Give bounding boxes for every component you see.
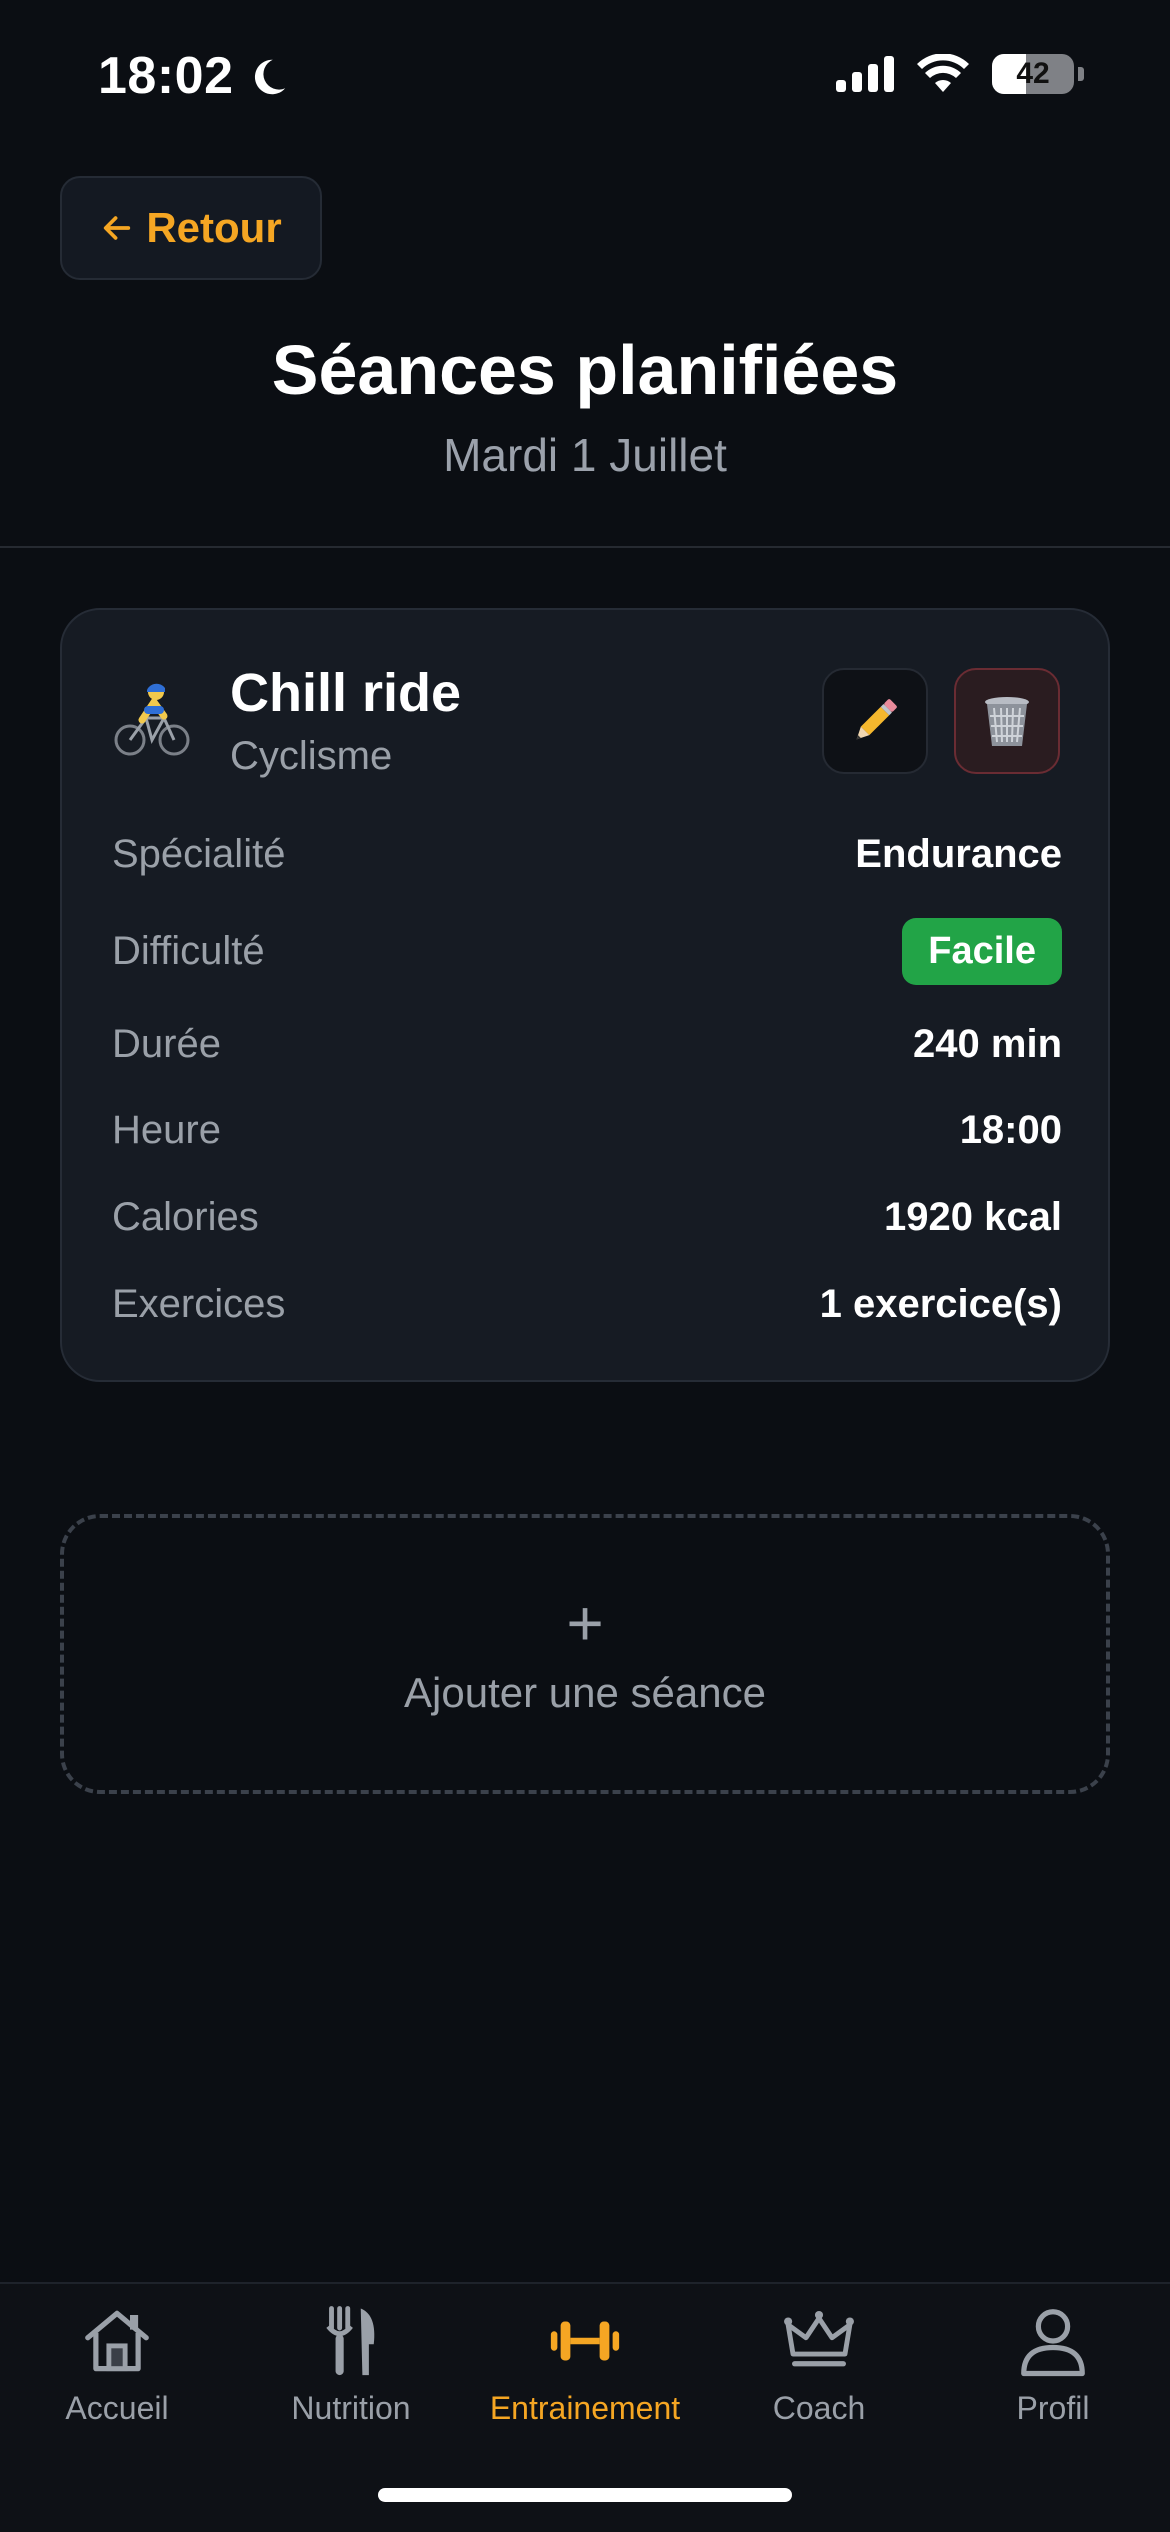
- session-sport: Cyclisme: [230, 734, 393, 778]
- nav-item-profil[interactable]: Profil: [936, 2302, 1170, 2442]
- detail-value: Endurance: [855, 832, 1062, 876]
- battery-level: 42: [1016, 57, 1050, 90]
- detail-row-time: Heure 18:00: [112, 1108, 1062, 1153]
- cyclist-icon: [114, 683, 190, 756]
- dumbbell-icon: [550, 2321, 620, 2361]
- home-indicator[interactable]: [378, 2488, 792, 2502]
- detail-row-duration: Durée 240 min: [112, 1022, 1062, 1067]
- nav-item-nutrition[interactable]: Nutrition: [234, 2302, 468, 2442]
- home-icon: [85, 2310, 149, 2372]
- status-time: 18:02: [98, 47, 234, 105]
- pencil-icon: [856, 699, 897, 740]
- wifi-icon: [917, 54, 969, 92]
- difficulty-badge: Facile: [902, 918, 1062, 985]
- fork-knife-icon: [326, 2306, 375, 2376]
- trash-icon: [985, 697, 1029, 746]
- detail-value: 1920 kcal: [884, 1195, 1062, 1239]
- moon-icon: [244, 53, 290, 99]
- edit-button[interactable]: [822, 668, 928, 774]
- detail-label: Heure: [112, 1108, 221, 1152]
- detail-row-difficulty: Difficulté Facile: [112, 918, 1062, 985]
- screen: 18:02 42 Retour Séances planifiées Mardi…: [0, 0, 1170, 2532]
- detail-label: Difficulté: [112, 929, 265, 973]
- status-time-group: 18:02: [98, 46, 290, 106]
- arrow-left-icon: [104, 216, 131, 240]
- detail-row-calories: Calories 1920 kcal: [112, 1195, 1062, 1240]
- cellular-signal-icon: [836, 56, 894, 92]
- status-indicators: 42: [836, 54, 1084, 94]
- nav-label: Nutrition: [291, 2390, 411, 2426]
- delete-button[interactable]: [954, 668, 1060, 774]
- plus-icon: +: [566, 1587, 604, 1659]
- nav-label: Entrainement: [489, 2390, 681, 2426]
- header-divider: [0, 546, 1170, 548]
- detail-value: 1 exercice(s): [819, 1282, 1062, 1326]
- user-icon: [1021, 2309, 1085, 2377]
- detail-value: 240 min: [913, 1022, 1062, 1066]
- session-card[interactable]: Chill ride Cyclisme Spécialité Endurance…: [60, 608, 1110, 1382]
- detail-row-exercises: Exercices 1 exercice(s): [112, 1282, 1062, 1327]
- nav-label: Coach: [772, 2390, 866, 2426]
- page-subtitle: Mardi 1 Juillet: [443, 429, 727, 481]
- battery-tip: [1078, 67, 1084, 81]
- nav-label: Accueil: [65, 2390, 169, 2426]
- session-name: Chill ride: [230, 663, 462, 723]
- detail-label: Durée: [112, 1022, 221, 1066]
- back-label: Retour: [146, 204, 282, 251]
- nav-item-coach[interactable]: Coach: [702, 2302, 936, 2442]
- add-session-button[interactable]: + Ajouter une séance: [60, 1514, 1110, 1794]
- detail-row-speciality: Spécialité Endurance: [112, 832, 1062, 877]
- detail-label: Calories: [112, 1195, 259, 1239]
- crown-icon: [784, 2310, 854, 2367]
- add-session-label: Ajouter une séance: [404, 1669, 766, 1716]
- battery-icon: 42: [992, 54, 1074, 94]
- detail-label: Spécialité: [112, 832, 286, 876]
- nav-item-entrainement[interactable]: Entrainement: [468, 2302, 702, 2442]
- nav-item-accueil[interactable]: Accueil: [0, 2302, 234, 2442]
- nav-label: Profil: [1016, 2390, 1090, 2426]
- page-title: Séances planifiées: [271, 331, 899, 409]
- detail-label: Exercices: [112, 1282, 286, 1326]
- status-bar: 18:02 42: [0, 0, 1170, 150]
- back-button[interactable]: Retour: [60, 176, 322, 280]
- detail-value: 18:00: [959, 1108, 1062, 1152]
